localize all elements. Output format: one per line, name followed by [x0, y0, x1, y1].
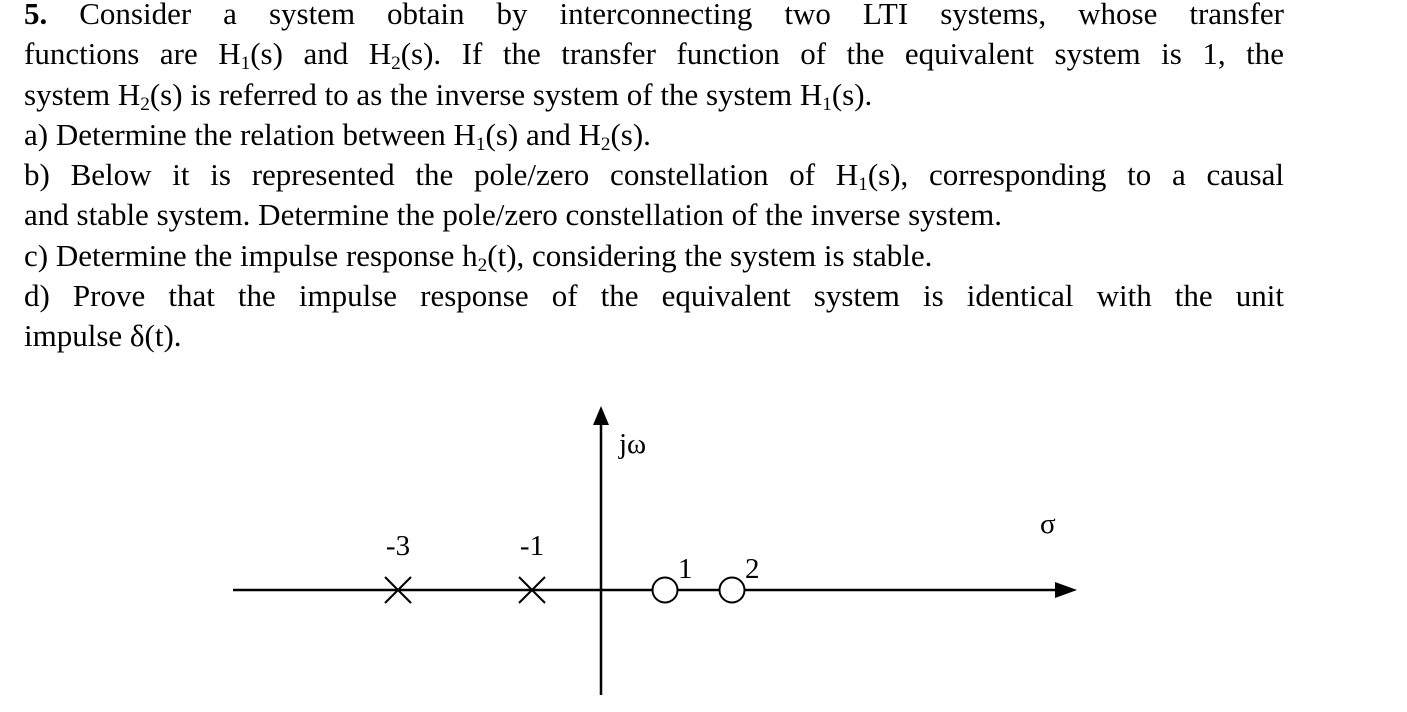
circle-icon [651, 576, 679, 604]
pole-marker: -3 [384, 530, 412, 604]
zero-marker: 1 [651, 553, 693, 604]
pole-label: -3 [386, 530, 410, 562]
pole-zero-marks: -3 -1 1 2 [384, 530, 760, 604]
zero-label: 1 [678, 553, 693, 585]
sigma-axis-arrow-icon [1055, 582, 1077, 598]
circle-icon [718, 576, 746, 604]
zero-marker: 2 [718, 553, 760, 604]
jw-axis-arrow-icon [593, 406, 609, 425]
pole-label: -1 [520, 530, 544, 562]
sigma-axis-label: σ [1040, 508, 1056, 540]
pole-marker: -1 [518, 530, 546, 604]
jw-axis-label: jω [618, 428, 646, 460]
zero-label: 2 [745, 553, 760, 585]
pole-zero-diagram: jω σ -3 -1 1 2 [233, 406, 1077, 695]
